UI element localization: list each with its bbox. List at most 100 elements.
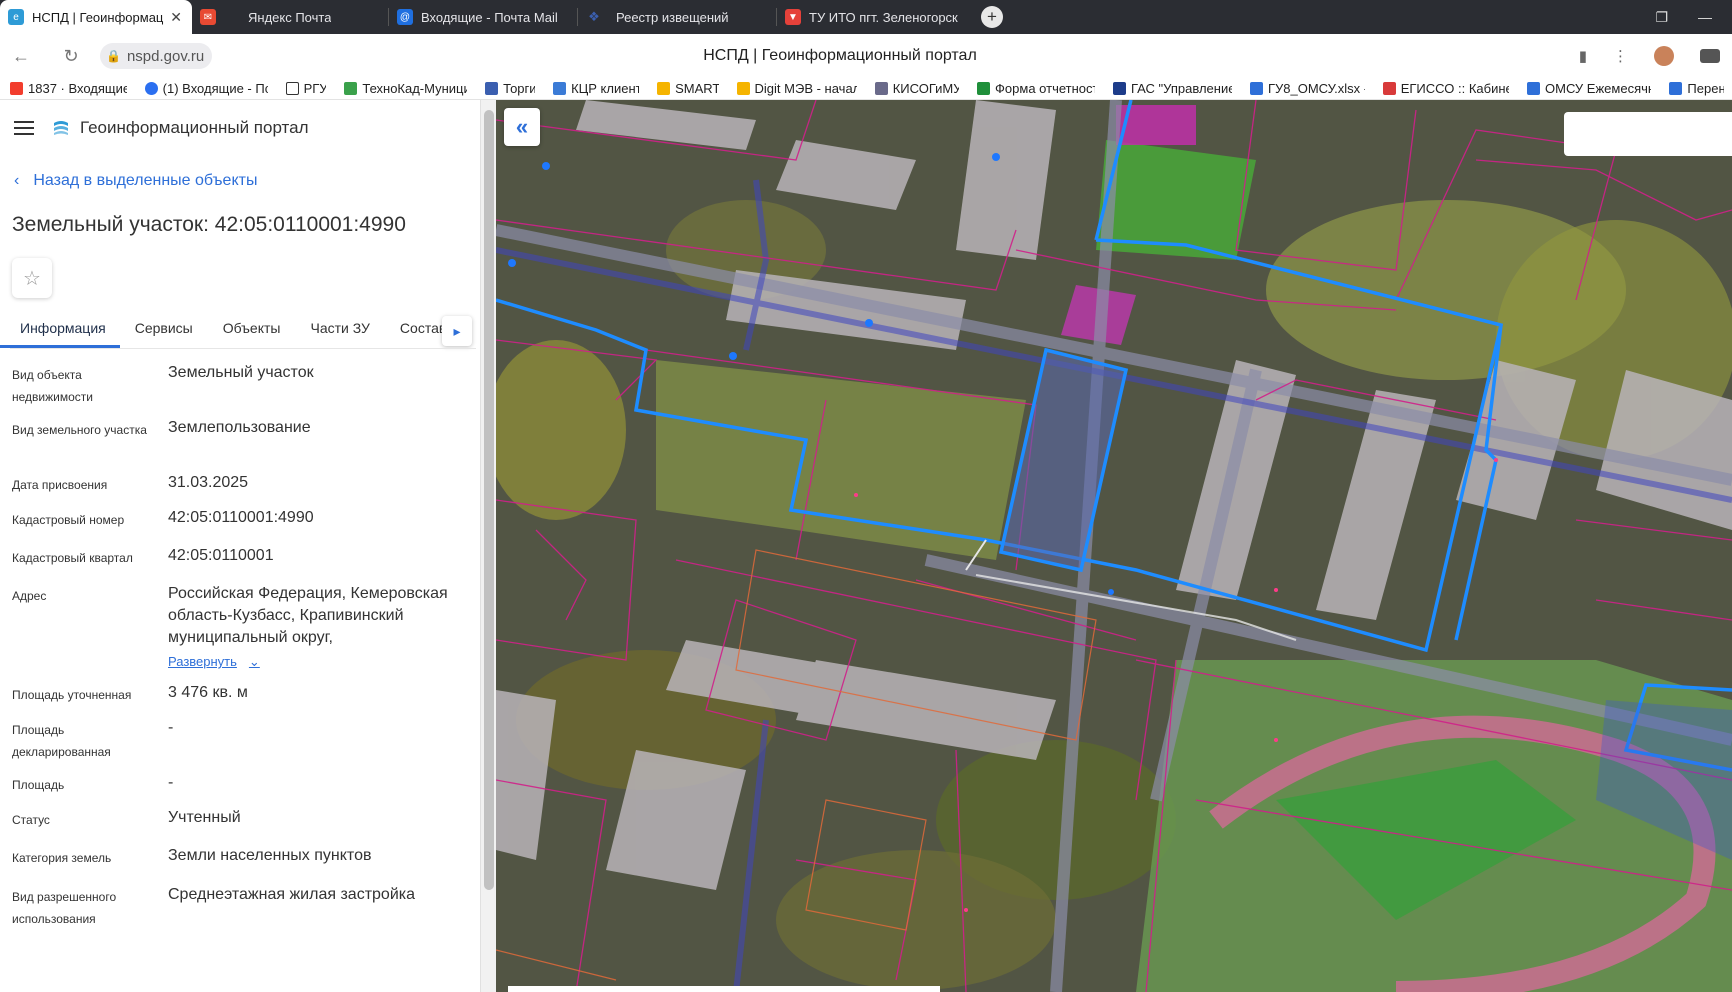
bookmark-item[interactable]: ЕГИССО :: Кабине (1373, 81, 1517, 96)
address-bar: ← ↻ 🔒 nspd.gov.ru НСПД | Геоинформационн… (0, 34, 1732, 78)
nspd-icon: e (8, 9, 24, 25)
property-label: Кадастровый номер (12, 513, 125, 527)
tab-yandex-mail[interactable]: ✉ Яндекс Почта (192, 0, 388, 34)
collapse-panel-button[interactable]: « (504, 108, 540, 146)
hamburger-menu-icon[interactable] (14, 121, 34, 135)
bookmark-item[interactable]: Торги (475, 81, 543, 96)
extension-icon[interactable] (1654, 46, 1674, 66)
lock-icon: 🔒 (106, 49, 121, 63)
property-label: Вид объекта недвижимости (12, 368, 93, 404)
emblem-icon (485, 82, 499, 95)
spreadsheet-icon (1527, 82, 1541, 95)
bookmark-item[interactable]: КИСОГиМУ (865, 81, 967, 96)
object-title: Земельный участок: 42:05:0110001:4990 (12, 213, 406, 236)
download-icon[interactable] (1700, 49, 1720, 63)
double-chevron-left-icon: « (515, 114, 529, 139)
technokad-icon (344, 82, 358, 95)
bookmark-item[interactable]: ТехноКад-Муници (334, 81, 475, 96)
property-value: Землепользование (168, 419, 311, 436)
back-to-selection-link[interactable]: ‹ Назад в выделенные объекты (14, 172, 257, 190)
address-bar-actions: ▮ ⋮ (1579, 34, 1732, 78)
close-tab-icon[interactable]: ✕ (170, 9, 182, 26)
document-icon (285, 82, 299, 95)
property-label: Кадастровый квартал (12, 551, 133, 565)
folder-icon (657, 82, 671, 95)
mail-ru-icon: @ (397, 9, 413, 25)
bookmarks-bar: 1837 · Входящие (1) Входящие - Пс РГУ Те… (0, 78, 1732, 100)
tab-tu-ito[interactable]: ▼ ТУ ИТО пгт. Зеленогорск (777, 0, 973, 34)
property-label: Площадь декларированная (12, 723, 111, 759)
bookmark-item[interactable]: ГАС "Управление (1103, 81, 1240, 96)
yandex-mail-icon: ✉ (200, 9, 216, 25)
property-value: - (168, 774, 174, 791)
object-info-panel: Геоинформационный портал ‹ Назад в выдел… (0, 100, 481, 992)
bookmark-item[interactable]: 1837 · Входящие (0, 81, 135, 96)
mail-icon (10, 82, 23, 95)
window-controls: ❐ — (1655, 0, 1732, 34)
bookmark-item[interactable]: Перен (1659, 81, 1732, 96)
tab-objects[interactable]: Объекты (208, 312, 296, 348)
back-arrow-icon[interactable]: ← (6, 41, 36, 71)
bookmark-icon[interactable]: ▮ (1579, 47, 1587, 65)
property-label: Площадь (12, 778, 65, 792)
gas-icon (1113, 82, 1126, 95)
tab-parcel-parts[interactable]: Части ЗУ (295, 312, 384, 348)
page-title: НСПД | Геоинформационный портал (703, 47, 977, 64)
map-search-box[interactable] (1564, 112, 1732, 156)
bookmark-item[interactable]: (1) Входящие - Пс (135, 81, 276, 96)
bookmark-item[interactable]: КЦР клиент (543, 81, 647, 96)
expand-address-link[interactable]: Развернуть ⌄ (168, 651, 260, 673)
property-value: Земли населенных пунктов (168, 847, 372, 864)
tab-registry[interactable]: ❖ Реестр извещений (578, 0, 776, 34)
bookmark-item[interactable]: ГУ8_ОМСУ.xlsx - (1240, 81, 1373, 96)
tab-mail-ru[interactable]: @ Входящие - Почта Mail (389, 0, 577, 34)
star-icon: ☆ (23, 267, 41, 290)
kcr-icon (553, 82, 567, 95)
chevron-left-icon: ‹ (14, 172, 20, 189)
bookmark-item[interactable]: Digit МЭВ - начал (727, 81, 865, 96)
spreadsheet-icon (1669, 82, 1683, 95)
portal-logo-icon (54, 121, 68, 135)
bookmark-item[interactable]: РГУ (276, 81, 335, 96)
property-value: 3 476 кв. м (168, 684, 248, 701)
menu-dots-icon[interactable]: ⋮ (1613, 47, 1628, 65)
tab-information[interactable]: Информация (0, 312, 120, 348)
url-field[interactable]: 🔒 nspd.gov.ru (100, 43, 213, 69)
favorite-star-button[interactable]: ☆ (12, 258, 52, 298)
property-value: Среднеэтажная жилая застройка (168, 886, 416, 903)
reload-icon[interactable]: ↻ (56, 41, 86, 71)
property-value: - (168, 719, 174, 736)
address-value: Российская Федерация, Кемеровская област… (168, 585, 448, 646)
tab-nspd[interactable]: e НСПД | Геоинформаци ✕ (0, 0, 192, 34)
property-label: Адрес (12, 589, 47, 603)
spreadsheet-icon (1249, 82, 1263, 95)
mail-icon (144, 82, 158, 95)
tabs-scroll-right-button[interactable]: ▸ (442, 316, 472, 346)
bookmark-item[interactable]: ОМСУ Ежемесячн (1517, 81, 1659, 96)
shield-icon: ▼ (785, 9, 801, 25)
egisso-icon (1382, 82, 1396, 95)
map-view[interactable] (496, 100, 1732, 992)
property-value: 42:05:0110001:4990 (168, 509, 314, 526)
new-tab-button[interactable]: + (981, 6, 1003, 28)
panel-scrollbar[interactable] (480, 100, 496, 992)
tab-services[interactable]: Сервисы (120, 312, 208, 348)
bookmark-item[interactable]: Форма отчетност (967, 81, 1103, 96)
folder-icon (736, 82, 750, 95)
portal-header: Геоинформационный портал (0, 100, 481, 156)
tabs-overview-icon[interactable]: ❐ (1655, 9, 1668, 26)
map-bottom-bar (508, 986, 940, 992)
bookmark-item[interactable]: SMART (647, 81, 726, 96)
chevron-right-icon: ▸ (453, 322, 461, 339)
form-icon (977, 82, 991, 95)
info-tabs: Информация Сервисы Объекты Части ЗУ Сост… (0, 312, 476, 348)
portal-name: Геоинформационный портал (80, 118, 309, 137)
kisogimu-icon (874, 82, 888, 95)
minimize-icon[interactable]: — (1698, 9, 1712, 25)
property-label: Вид земельного участка (12, 423, 147, 437)
scrollbar-thumb[interactable] (484, 110, 494, 890)
chevron-down-icon: ⌄ (248, 654, 260, 669)
satellite-map[interactable] (496, 100, 1732, 992)
property-label: Площадь уточненная (12, 688, 132, 702)
tab-composition[interactable]: Состав (385, 312, 445, 348)
